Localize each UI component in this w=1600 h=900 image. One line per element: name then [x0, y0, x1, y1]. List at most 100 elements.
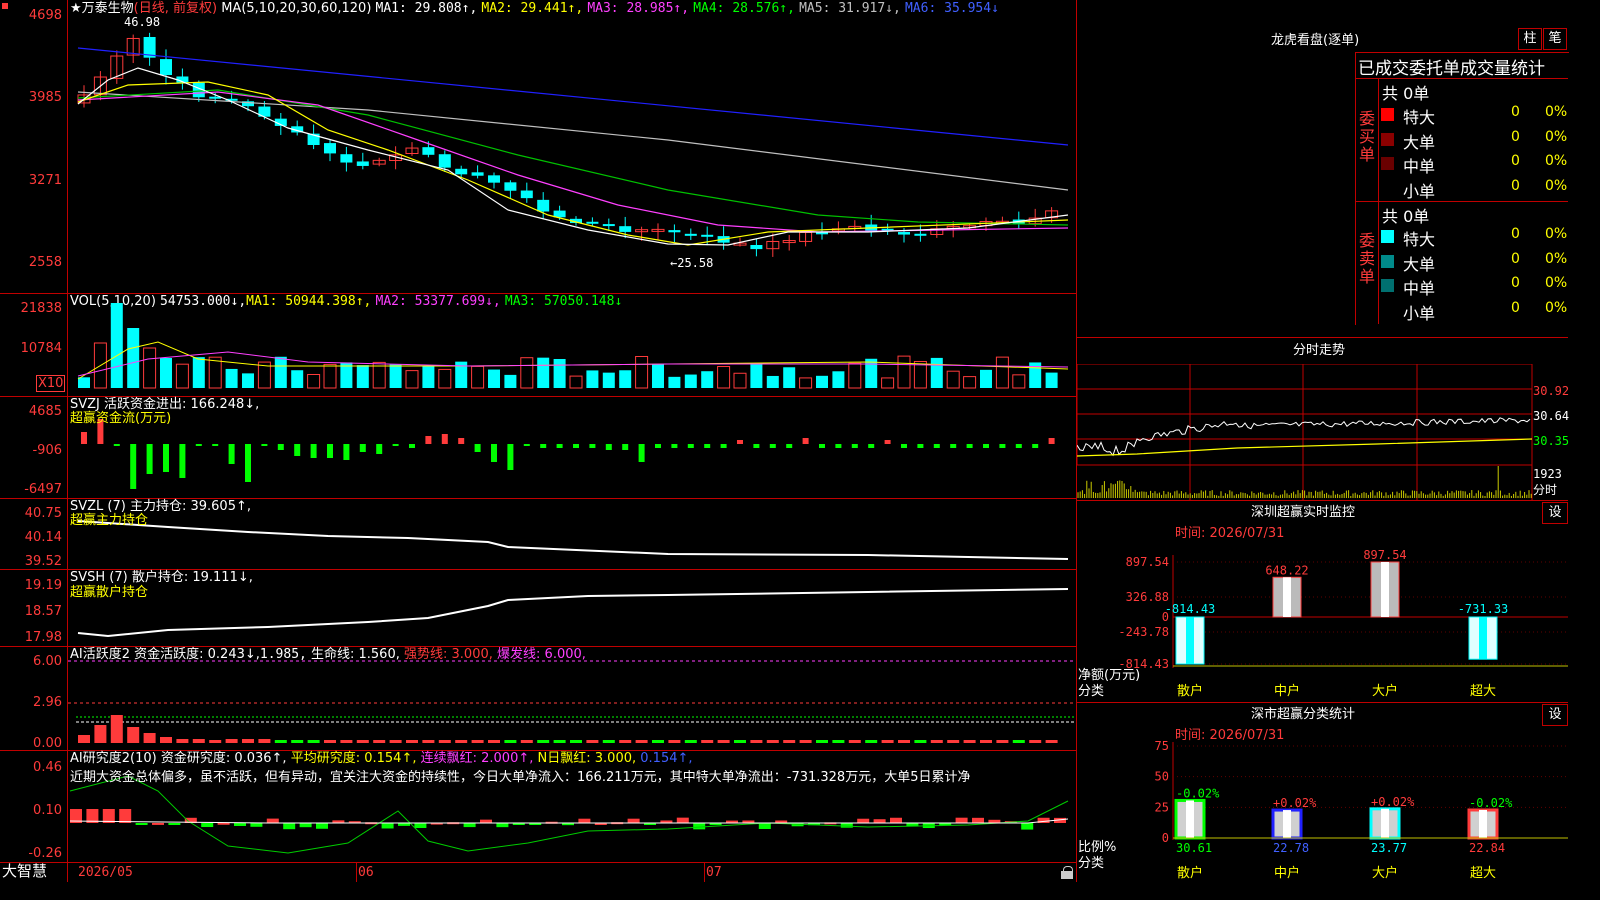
sell-pct: 0%: [1545, 299, 1568, 316]
volume-bar: [881, 377, 895, 389]
monitor-side-label: 净额(万元): [1078, 668, 1141, 683]
activity-bar: [898, 740, 910, 743]
fund-flow-bar: [327, 444, 333, 458]
volume-chart-svg[interactable]: [68, 294, 1076, 396]
price-chart-svg[interactable]: [68, 0, 1076, 293]
monitor-bar: [1370, 561, 1400, 618]
activity-bar: [488, 740, 500, 743]
fund-flow-bar: [179, 444, 186, 478]
activity-bar: [143, 733, 156, 743]
activity-bar: [389, 740, 402, 743]
candle-body: [324, 143, 336, 154]
monitor-category-label: 中户: [1274, 683, 1300, 699]
research-bar: [840, 823, 853, 828]
monitor-bar-label: -731.33: [1458, 602, 1509, 616]
monitor-chart-svg[interactable]: 897.54326.880-243.78-814.43-814.43散户648.…: [1077, 540, 1568, 702]
volume-bar: [995, 356, 1009, 389]
fund-flow-bar: [195, 444, 202, 446]
fund-flow-bar: [950, 444, 957, 448]
candle-body: [684, 233, 697, 236]
activity-bar: [176, 739, 189, 743]
activity-bar: [356, 740, 369, 743]
fund-flow-bar: [638, 444, 645, 462]
volume-bar: [701, 371, 714, 388]
stat-tick-label: 75: [1155, 740, 1169, 753]
ai1-axis-label: 0.00: [33, 736, 62, 751]
vol-axis-label: 21838: [20, 301, 62, 316]
fund-flow-bar: [359, 444, 366, 452]
activity-bar: [373, 740, 386, 743]
monitor-bar: [1468, 616, 1498, 660]
monitor-tick-label: -243.78: [1118, 625, 1169, 639]
candle-body: [471, 172, 484, 176]
volume-bar: [832, 371, 845, 388]
monitor-bar-highlight: [1479, 617, 1487, 660]
svsh-axis-label: 17.98: [24, 630, 62, 645]
sell-swatch: [1381, 303, 1394, 317]
activity-bar: [274, 740, 287, 743]
volume-bar: [816, 375, 828, 388]
activity-bar: [668, 740, 681, 743]
sell-total: 共 0单: [1382, 207, 1430, 226]
price-axis-label: 3985: [28, 90, 62, 105]
stat-tick-label: 0: [1162, 831, 1169, 845]
candle-body: [602, 224, 615, 227]
activity-bar: [701, 740, 714, 743]
research-bar: [873, 819, 886, 823]
volume-bar: [668, 376, 681, 388]
buy-pct: 0%: [1545, 104, 1568, 120]
activity-bar: [438, 740, 451, 743]
sell-name: 大单: [1403, 254, 1436, 274]
candle-body: [520, 190, 533, 199]
research-bar: [316, 823, 328, 829]
bar-view-button[interactable]: 柱: [1518, 28, 1542, 50]
buy-row: 特大 0 0%: [1381, 104, 1568, 127]
monitor-settings-button[interactable]: 设: [1542, 502, 1568, 524]
fund-flow-bar: [737, 440, 743, 444]
volume-bar: [946, 370, 960, 389]
svzj-chart-svg[interactable]: [68, 397, 1076, 498]
ai1-chart-svg[interactable]: [68, 647, 1076, 750]
activity-bar: [324, 740, 336, 743]
stat-side-category: 分类: [1078, 856, 1105, 871]
fund-flow-bar: [556, 444, 563, 448]
svzl-axis-label: 40.14: [24, 530, 62, 545]
volume-bar: [175, 363, 189, 389]
ai2-chart-svg[interactable]: [68, 751, 1076, 862]
stat-chart-svg[interactable]: 75 50 25 0 -0.02% 30.61 散户 +0.02% 22.78 中户 +0.02% 2…: [1077, 740, 1568, 882]
research-bar: [201, 823, 214, 828]
buy-count: 0: [1511, 177, 1520, 194]
fenshi-title: 分时走势: [1293, 343, 1346, 358]
candle-body: [160, 59, 172, 76]
stat-category-label: 大户: [1372, 865, 1398, 881]
ai2-legend: AI研究度2(10) 资金研究度: 0.036↑, 平均研究度: 0.154↑,…: [70, 751, 693, 766]
research-bar: [578, 818, 591, 823]
buy-row: 大单 0 0%: [1381, 129, 1567, 152]
main-chart-area[interactable]: 4698 3985 3271 2558 ★万泰生物(日线, 前复权) MA(5,…: [0, 0, 1077, 882]
sell-row: 大单 0 0%: [1381, 250, 1567, 274]
fund-flow-bar: [622, 444, 629, 450]
stat-settings-button[interactable]: 设: [1542, 704, 1568, 726]
volume-bar: [799, 377, 813, 389]
ai1-value: 1.985,: [259, 647, 307, 662]
fund-flow-bar: [245, 444, 251, 482]
fund-flow-bar: [261, 444, 268, 446]
sell-count: 0: [1511, 250, 1520, 267]
ma1-line: [77, 67, 1069, 246]
fenshi-chart-svg[interactable]: [1077, 364, 1568, 500]
volume-bar: [783, 367, 796, 388]
main-holding-line: [77, 520, 1069, 560]
volume-bar: [619, 370, 632, 388]
activity-bar: [684, 740, 697, 743]
stat-tick-label: 50: [1155, 770, 1169, 784]
stat-value-label: 22.78: [1273, 841, 1309, 855]
fund-flow-bar: [655, 444, 661, 448]
candle-body: [701, 234, 714, 237]
volume-bar: [1012, 374, 1026, 389]
date-label: 06: [358, 865, 374, 880]
activity-bar: [947, 740, 960, 743]
tick-view-button[interactable]: 笔: [1543, 28, 1567, 50]
volume-bar: [143, 347, 157, 389]
fund-flow-bar: [573, 444, 579, 448]
monitor-tick-label: 326.88: [1126, 590, 1169, 604]
